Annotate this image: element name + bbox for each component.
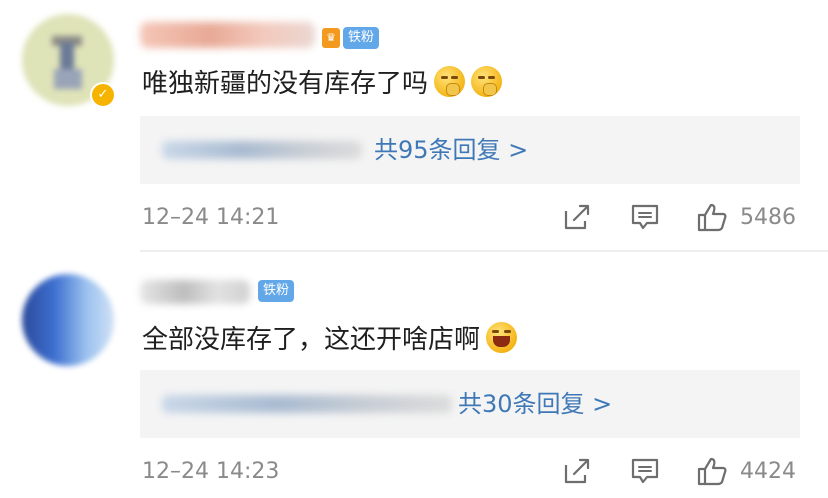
username-blurred[interactable] <box>140 22 315 48</box>
username-blurred[interactable] <box>140 280 250 304</box>
avatar[interactable] <box>22 274 114 366</box>
comment-body: 唯独新疆的没有库存了吗 <box>142 69 429 99</box>
comment-text: 唯独新疆的没有库存了吗 <box>142 66 503 101</box>
reply-preview-blurred <box>162 141 362 159</box>
view-replies-link[interactable]: 共95条回复 > <box>374 133 528 167</box>
thumbs-up-icon[interactable] <box>697 456 727 486</box>
verified-check-icon: ✓ <box>90 82 116 108</box>
view-replies-link[interactable]: 共30条回复 > <box>458 387 612 421</box>
like-count: 4424 <box>740 459 796 484</box>
laughing-emoji <box>486 322 518 353</box>
comment-timestamp: 12–24 14:21 <box>142 205 280 230</box>
replies-preview-box[interactable]: 共30条回复 > <box>140 370 800 438</box>
like-count: 5486 <box>740 205 796 230</box>
comment-item: 铁粉 全部没库存了，这还开啥店啊 共30条回复 > 12–24 14:23 44… <box>0 252 828 498</box>
comment-icon[interactable] <box>630 202 660 232</box>
comment-timestamp: 12–24 14:23 <box>142 459 280 484</box>
replies-preview-box[interactable]: 共95条回复 > <box>140 116 800 184</box>
fan-badge: 铁粉 <box>258 280 295 302</box>
share-icon[interactable] <box>562 456 592 486</box>
user-level-icon: ♛ <box>322 28 340 48</box>
comment-icon[interactable] <box>630 456 660 486</box>
comment-body: 全部没库存了，这还开啥店啊 <box>142 325 481 355</box>
comment-text: 全部没库存了，这还开啥店啊 <box>142 322 518 357</box>
fan-badge: 铁粉 <box>343 27 380 49</box>
reply-preview-blurred <box>162 395 452 413</box>
shush-emoji <box>471 66 503 97</box>
thumbs-up-icon[interactable] <box>697 202 727 232</box>
shush-emoji <box>434 66 466 97</box>
share-icon[interactable] <box>562 202 592 232</box>
comment-item: ✓ ♛ 铁粉 唯独新疆的没有库存了吗 共95条回复 > 12–24 14:21 … <box>0 0 828 250</box>
